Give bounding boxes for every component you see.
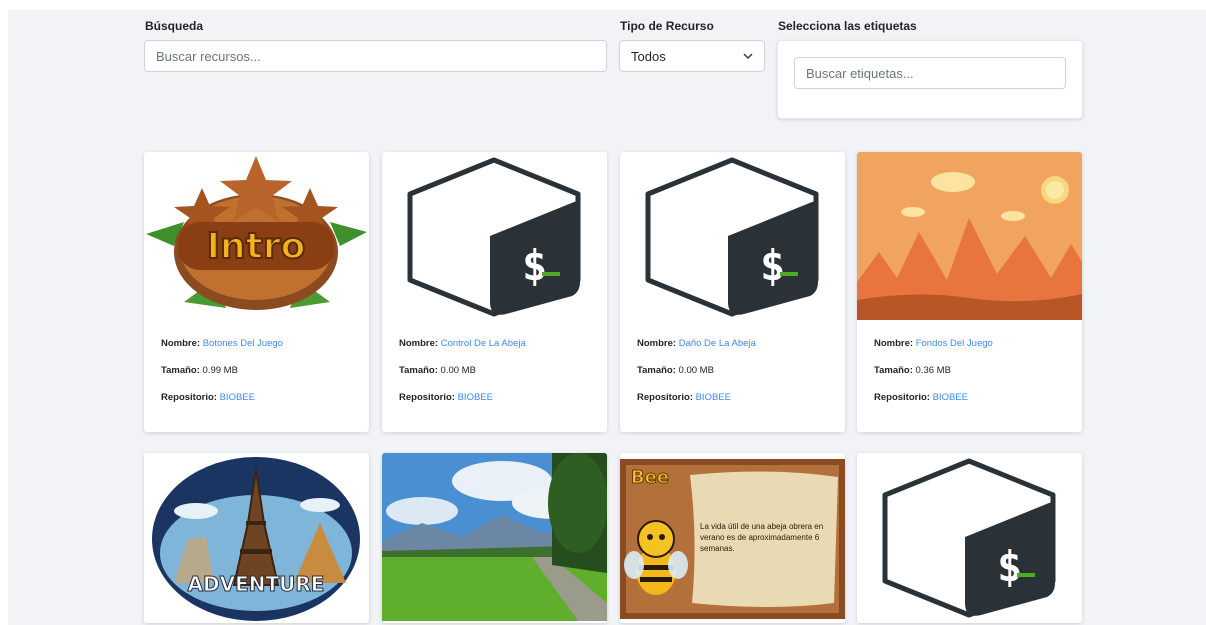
resource-repo-field: Repositorio: BIOBEE <box>874 392 968 403</box>
resource-name-field: Nombre: Botones Del Juego <box>161 338 283 349</box>
shell-script-icon: $ <box>407 157 581 317</box>
resource-name-link[interactable]: Botones Del Juego <box>203 338 283 349</box>
resource-card[interactable]: $ Nombre: Control De La Abeja Tamaño: 0.… <box>382 152 607 432</box>
resource-card[interactable]: ADVENTURE <box>144 453 369 623</box>
bee-fact-text: La vida útil de una abeja obrera en vera… <box>700 522 824 553</box>
resource-size-field: Tamaño: 0.36 MB <box>874 365 951 376</box>
resource-thumbnail: Bee La vida útil de una abeja obrera en … <box>620 453 845 621</box>
intro-badge-image: Intro <box>146 156 367 310</box>
resource-thumbnail <box>857 152 1082 320</box>
shell-script-icon: $ <box>882 458 1056 618</box>
repo-label: Repositorio: <box>637 392 693 403</box>
search-label: Búsqueda <box>145 19 204 33</box>
name-label: Nombre: <box>161 338 201 349</box>
size-label: Tamaño: <box>874 365 913 376</box>
name-label: Nombre: <box>399 338 439 349</box>
resource-repo-link[interactable]: BIOBEE <box>458 392 493 403</box>
resource-name-field: Nombre: Fondos Del Juego <box>874 338 993 349</box>
bee-title-text: Bee <box>631 467 669 488</box>
resource-thumbnail <box>382 453 607 621</box>
resource-repo-link[interactable]: BIOBEE <box>220 392 255 403</box>
resource-size-field: Tamaño: 0.00 MB <box>399 365 476 376</box>
resource-repo-field: Repositorio: BIOBEE <box>637 392 731 403</box>
resource-repo-link[interactable]: BIOBEE <box>696 392 731 403</box>
chevron-down-icon <box>743 52 753 59</box>
resource-type-label: Tipo de Recurso <box>620 19 714 33</box>
repo-label: Repositorio: <box>874 392 930 403</box>
resource-card[interactable]: Bee La vida útil de una abeja obrera en … <box>620 453 845 623</box>
svg-text:$: $ <box>997 542 1022 591</box>
resource-repo-field: Repositorio: BIOBEE <box>399 392 493 403</box>
resource-thumbnail: Intro <box>144 152 369 320</box>
resource-name-link[interactable]: Control De La Abeja <box>441 338 526 349</box>
resource-size-field: Tamaño: 0.00 MB <box>637 365 714 376</box>
shell-script-icon: $ <box>645 157 819 317</box>
resource-size-value: 0.00 MB <box>678 365 714 376</box>
desert-landscape-image <box>857 152 1082 320</box>
resource-size-value: 0.00 MB <box>440 365 476 376</box>
resource-repo-field: Repositorio: BIOBEE <box>161 392 255 403</box>
resource-size-field: Tamaño: 0.99 MB <box>161 365 238 376</box>
resource-thumbnail: $ <box>620 152 845 320</box>
size-label: Tamaño: <box>637 365 676 376</box>
resource-name-link[interactable]: Fondos Del Juego <box>916 338 993 349</box>
resource-name-field: Nombre: Control De La Abeja <box>399 338 526 349</box>
bee-info-scroll-image: Bee La vida útil de una abeja obrera en … <box>620 453 845 621</box>
resource-thumbnail: ADVENTURE <box>144 453 369 621</box>
resource-size-value: 0.36 MB <box>915 365 951 376</box>
svg-text:$: $ <box>760 241 785 290</box>
name-label: Nombre: <box>874 338 914 349</box>
repo-label: Repositorio: <box>399 392 455 403</box>
resource-thumbnail: $ <box>382 152 607 320</box>
resource-card[interactable]: Intro Nombre: Botones Del Juego Tamaño: … <box>144 152 369 432</box>
resource-card[interactable]: Nombre: Fondos Del Juego Tamaño: 0.36 MB… <box>857 152 1082 432</box>
resource-card[interactable] <box>382 453 607 623</box>
tags-panel <box>777 40 1083 119</box>
resource-type-select[interactable]: Todos <box>619 40 765 72</box>
green-field-image <box>382 453 607 621</box>
search-input[interactable] <box>144 40 607 72</box>
size-label: Tamaño: <box>399 365 438 376</box>
resource-card[interactable]: $ <box>857 453 1082 623</box>
resource-browser: Búsqueda Tipo de Recurso Todos Seleccion… <box>8 10 1206 625</box>
tags-search-input[interactable] <box>794 57 1066 89</box>
resource-thumbnail: $ <box>857 453 1082 621</box>
adventure-logo-image: ADVENTURE <box>144 453 369 621</box>
tags-label: Selecciona las etiquetas <box>778 19 917 33</box>
intro-badge-text: Intro <box>207 226 306 267</box>
size-label: Tamaño: <box>161 365 200 376</box>
svg-text:$: $ <box>522 241 547 290</box>
name-label: Nombre: <box>637 338 677 349</box>
resource-repo-link[interactable]: BIOBEE <box>933 392 968 403</box>
resource-size-value: 0.99 MB <box>202 365 238 376</box>
resource-type-value: Todos <box>631 48 666 64</box>
repo-label: Repositorio: <box>161 392 217 403</box>
resource-card[interactable]: $ Nombre: Daño De La Abeja Tamaño: 0.00 … <box>620 152 845 432</box>
adventure-logo-text: ADVENTURE <box>188 572 325 596</box>
resource-name-field: Nombre: Daño De La Abeja <box>637 338 756 349</box>
resource-name-link[interactable]: Daño De La Abeja <box>679 338 756 349</box>
